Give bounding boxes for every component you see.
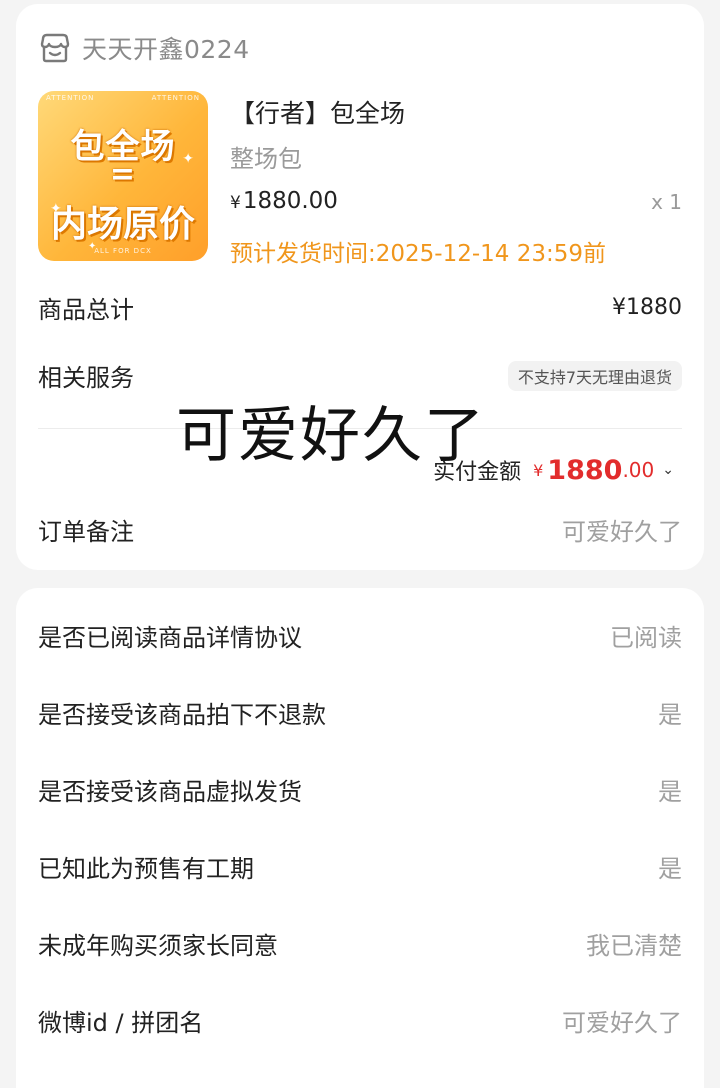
note-label: 订单备注 bbox=[38, 518, 134, 546]
questions-card: 是否已阅读商品详情协议 已阅读 是否接受该商品拍下不退款 是 是否接受该商品虚拟… bbox=[16, 588, 704, 1088]
paid-currency: ¥ bbox=[533, 460, 544, 480]
question-label: 是否接受该商品虚拟发货 bbox=[38, 778, 302, 806]
thumb-bottom-text: ALL FOR DCX bbox=[94, 247, 152, 255]
question-answer[interactable]: 我已清楚 bbox=[586, 926, 682, 961]
question-row[interactable]: 未成年购买须家长同意 我已清楚 bbox=[38, 926, 682, 961]
thumb-corner-text: ATTENTION bbox=[151, 94, 200, 102]
product-title[interactable]: 【行者】包全场 bbox=[230, 94, 405, 130]
product-variant: 整场包 bbox=[230, 145, 302, 173]
paid-label: 实付金额 bbox=[433, 460, 522, 485]
question-answer[interactable]: 是 bbox=[658, 695, 682, 730]
service-label: 相关服务 bbox=[38, 364, 134, 392]
chevron-down-icon[interactable]: ⌄ bbox=[662, 462, 674, 478]
question-row[interactable]: 是否接受该商品拍下不退款 是 bbox=[38, 695, 682, 730]
question-answer[interactable]: 是 bbox=[658, 772, 682, 807]
sparkle-icon: ✦ bbox=[182, 151, 194, 167]
shop-icon bbox=[40, 33, 70, 63]
total-row: 商品总计 ¥1880 bbox=[38, 290, 682, 325]
product-thumbnail[interactable]: ATTENTION ATTENTION 包全场 = 内场原价 ✦ ✦ ✦ ALL… bbox=[38, 91, 208, 261]
currency-symbol: ¥ bbox=[230, 193, 241, 213]
paid-amount: 1880 bbox=[547, 454, 623, 486]
paid-amount-row[interactable]: 实付金额 ¥ 1880 .00 ⌄ bbox=[433, 454, 674, 486]
sparkle-icon: ✦ bbox=[50, 201, 62, 217]
product-price: ¥1880.00 bbox=[230, 188, 338, 214]
question-answer[interactable]: 可爱好久了 bbox=[562, 1003, 682, 1038]
paid-decimal: .00 bbox=[622, 458, 655, 482]
note-input[interactable]: 可爱好久了 bbox=[562, 512, 682, 547]
question-label: 是否已阅读商品详情协议 bbox=[38, 624, 302, 652]
shop-header[interactable]: 天天开鑫0224 bbox=[38, 30, 250, 66]
question-label: 是否接受该商品拍下不退款 bbox=[38, 701, 326, 729]
shop-name: 天天开鑫0224 bbox=[82, 35, 250, 64]
question-row[interactable]: 已知此为预售有工期 是 bbox=[38, 849, 682, 884]
question-label: 未成年购买须家长同意 bbox=[38, 932, 278, 960]
question-row[interactable]: 微博id / 拼团名 可爱好久了 bbox=[38, 1003, 682, 1038]
price-value: 1880.00 bbox=[242, 188, 338, 214]
total-label: 商品总计 bbox=[38, 296, 134, 324]
service-tag: 不支持7天无理由退货 bbox=[507, 360, 682, 391]
question-row[interactable]: 是否已阅读商品详情协议 已阅读 bbox=[38, 618, 682, 653]
order-card: 天天开鑫0224 ATTENTION ATTENTION 包全场 = 内场原价 … bbox=[16, 4, 704, 570]
question-label: 微博id / 拼团名 bbox=[38, 1009, 204, 1037]
thumb-line: 内场原价 bbox=[50, 204, 195, 245]
shipping-time: 预计发货时间:2025-12-14 23:59前 bbox=[230, 241, 607, 267]
total-value: ¥1880 bbox=[612, 295, 682, 320]
thumb-corner-text: ATTENTION bbox=[46, 94, 95, 102]
question-label: 已知此为预售有工期 bbox=[38, 855, 254, 883]
note-row[interactable]: 订单备注 可爱好久了 bbox=[38, 512, 682, 547]
question-row[interactable]: 是否接受该商品虚拟发货 是 bbox=[38, 772, 682, 807]
product-quantity: x 1 bbox=[651, 190, 682, 214]
question-answer[interactable]: 是 bbox=[658, 849, 682, 884]
question-answer[interactable]: 已阅读 bbox=[610, 618, 682, 653]
